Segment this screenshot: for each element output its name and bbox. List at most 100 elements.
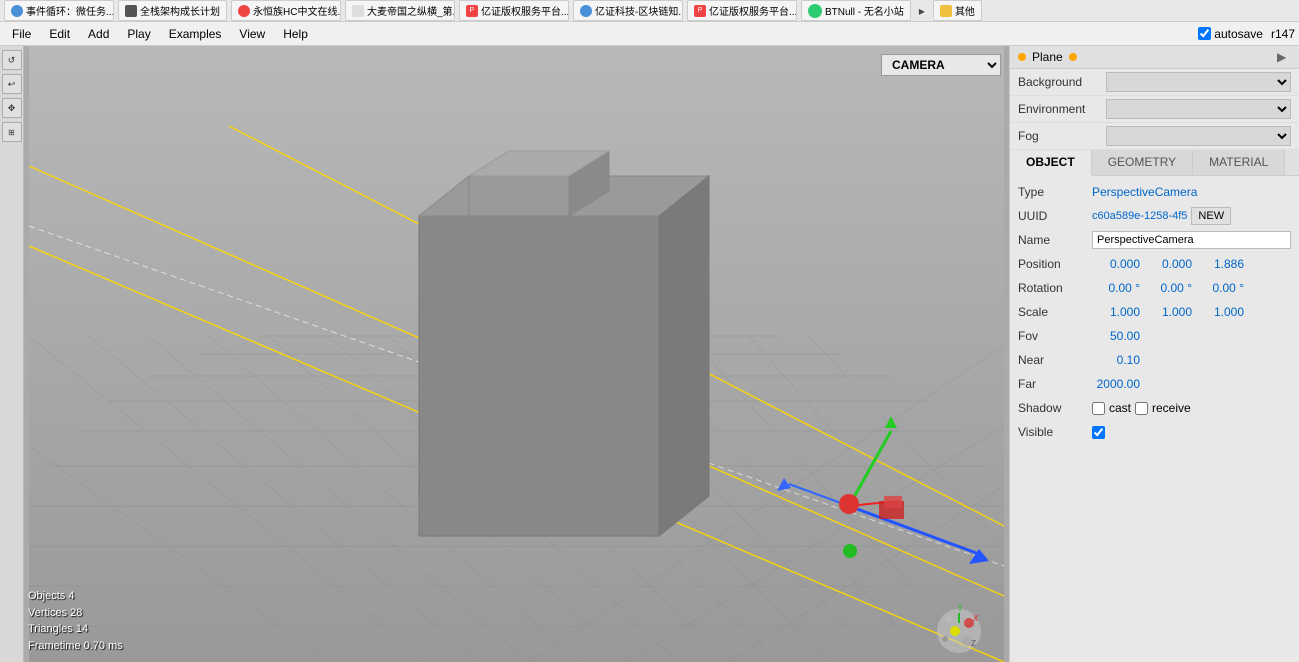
name-input[interactable] [1092, 231, 1291, 249]
rotation-x: 0.00 ° [1092, 281, 1140, 295]
uuid-row: UUID c60a589e-1258-4f5 NEW [1010, 204, 1299, 228]
scale-z: 1.000 [1196, 305, 1244, 319]
near-row: Near 0.10 [1010, 348, 1299, 372]
environment-select[interactable] [1106, 99, 1291, 119]
position-x: 0.000 [1092, 257, 1140, 271]
shadow-cast-checkbox[interactable] [1092, 402, 1105, 415]
shadow-label: Shadow [1018, 401, 1088, 415]
tab-8-label: BTNull - 无名小站 [825, 3, 904, 18]
background-select[interactable] [1106, 72, 1291, 92]
type-row: Type PerspectiveCamera [1010, 180, 1299, 204]
shadow-row: Shadow cast receive [1010, 396, 1299, 420]
stat-triangles: Triangles 14 [28, 621, 123, 638]
tab-1-label: 事件循环：微任务... [26, 3, 114, 18]
tabs-overflow-btn[interactable]: ▸ [915, 4, 929, 18]
scale-x: 1.000 [1092, 305, 1140, 319]
stat-vertices: Vertices 28 [28, 605, 123, 622]
background-label: Background [1018, 75, 1098, 89]
camera-selector[interactable]: CAMERA [881, 54, 1001, 76]
menu-add[interactable]: Add [80, 25, 117, 43]
fov-row: Fov 50.00 [1010, 324, 1299, 348]
environment-label: Environment [1018, 102, 1098, 116]
tool-undo[interactable]: ↩ [2, 74, 22, 94]
tool-move[interactable]: ✥ [2, 98, 22, 118]
position-label: Position [1018, 257, 1088, 271]
tab-4[interactable]: 大麦帝国之纵横_第... [345, 0, 455, 21]
tab-1-icon [11, 5, 23, 17]
right-panel: Plane ▶ Background Environment Fog [1009, 46, 1299, 662]
object-properties: Type PerspectiveCamera UUID c60a589e-125… [1010, 176, 1299, 662]
tab-5[interactable]: P 亿证版权服务平台... [459, 0, 569, 21]
environment-row: Environment [1010, 96, 1299, 123]
tab-3-icon [238, 5, 250, 17]
position-y: 0.000 [1144, 257, 1192, 271]
tab-1[interactable]: 事件循环：微任务... [4, 0, 114, 21]
menu-examples[interactable]: Examples [161, 25, 230, 43]
tab-6-icon [580, 5, 592, 17]
autosave-checkbox-row: autosave [1198, 27, 1263, 41]
tab-object[interactable]: OBJECT [1010, 150, 1092, 176]
main-layout: ↺ ↩ ✥ ⊞ [0, 46, 1299, 662]
uuid-new-button[interactable]: NEW [1191, 207, 1231, 225]
tab-3[interactable]: 永恒族HC中文在线... [231, 0, 341, 21]
tab-2-icon [125, 5, 137, 17]
tab-4-icon [352, 5, 364, 17]
uuid-value-row: c60a589e-1258-4f5 NEW [1092, 207, 1291, 225]
tab-6[interactable]: 亿证科技-区块链知... [573, 0, 683, 21]
shadow-receive-checkbox[interactable] [1135, 402, 1148, 415]
scene-dot-right [1069, 53, 1077, 61]
scene-header: Plane ▶ [1010, 46, 1299, 69]
rotation-values: 0.00 ° 0.00 ° 0.00 ° [1092, 281, 1291, 295]
fog-select[interactable] [1106, 126, 1291, 146]
menu-edit[interactable]: Edit [41, 25, 78, 43]
tab-4-label: 大麦帝国之纵横_第... [367, 3, 455, 18]
rotation-z: 0.00 ° [1196, 281, 1244, 295]
far-row: Far 2000.00 [1010, 372, 1299, 396]
autosave-checkbox[interactable] [1198, 27, 1211, 40]
fog-label: Fog [1018, 129, 1098, 143]
tab-8[interactable]: BTNull - 无名小站 [801, 0, 911, 21]
tab-8-icon [808, 4, 822, 18]
scale-label: Scale [1018, 305, 1088, 319]
name-row: Name [1010, 228, 1299, 252]
tab-other-icon [940, 5, 952, 17]
tab-other[interactable]: 其他 [933, 0, 982, 21]
background-row: Background [1010, 69, 1299, 96]
near-label: Near [1018, 353, 1088, 367]
svg-text:Z: Z [971, 639, 976, 648]
visible-label: Visible [1018, 425, 1088, 439]
tab-7-icon: P [694, 5, 706, 17]
revision-label: r147 [1271, 27, 1295, 41]
tab-2[interactable]: 全栈架构成长计划 [118, 0, 227, 21]
stat-frametime: Frametime 0.70 ms [28, 638, 123, 655]
tab-5-label: 亿证版权服务平台... [481, 3, 569, 18]
tool-rotate[interactable]: ↺ [2, 50, 22, 70]
tab-3-label: 永恒族HC中文在线... [253, 3, 341, 18]
fov-label: Fov [1018, 329, 1088, 343]
menu-right: autosave r147 [1198, 27, 1295, 41]
menu-view[interactable]: View [231, 25, 273, 43]
visible-checkbox[interactable] [1092, 426, 1105, 439]
position-row: Position 0.000 0.000 1.886 [1010, 252, 1299, 276]
tab-geometry[interactable]: GEOMETRY [1092, 150, 1193, 175]
rotation-label: Rotation [1018, 281, 1088, 295]
shadow-checkboxes: cast receive [1092, 401, 1191, 415]
menu-help[interactable]: Help [275, 25, 316, 43]
tab-6-label: 亿证科技-区块链知... [595, 3, 683, 18]
type-value: PerspectiveCamera [1092, 185, 1197, 199]
tool-grid[interactable]: ⊞ [2, 122, 22, 142]
menu-play[interactable]: Play [119, 25, 158, 43]
viewport-scene: Y X Z [24, 46, 1009, 662]
menu-file[interactable]: File [4, 25, 39, 43]
tab-other-label: 其他 [955, 3, 975, 18]
scene-plane-label: Plane [1032, 50, 1063, 64]
tab-7[interactable]: P 亿证版权服务平台... [687, 0, 797, 21]
scene-expand-btn[interactable]: ▶ [1277, 50, 1291, 64]
camera-dropdown[interactable]: CAMERA [881, 54, 1001, 76]
left-toolbar: ↺ ↩ ✥ ⊞ [0, 46, 24, 662]
tab-material[interactable]: MATERIAL [1193, 150, 1285, 175]
scale-row: Scale 1.000 1.000 1.000 [1010, 300, 1299, 324]
menu-bar: File Edit Add Play Examples View Help au… [0, 22, 1299, 46]
autosave-label: autosave [1214, 27, 1263, 41]
3d-viewport[interactable]: Y X Z CAMERA Objects 4 Vertices 28 Trian… [24, 46, 1009, 662]
